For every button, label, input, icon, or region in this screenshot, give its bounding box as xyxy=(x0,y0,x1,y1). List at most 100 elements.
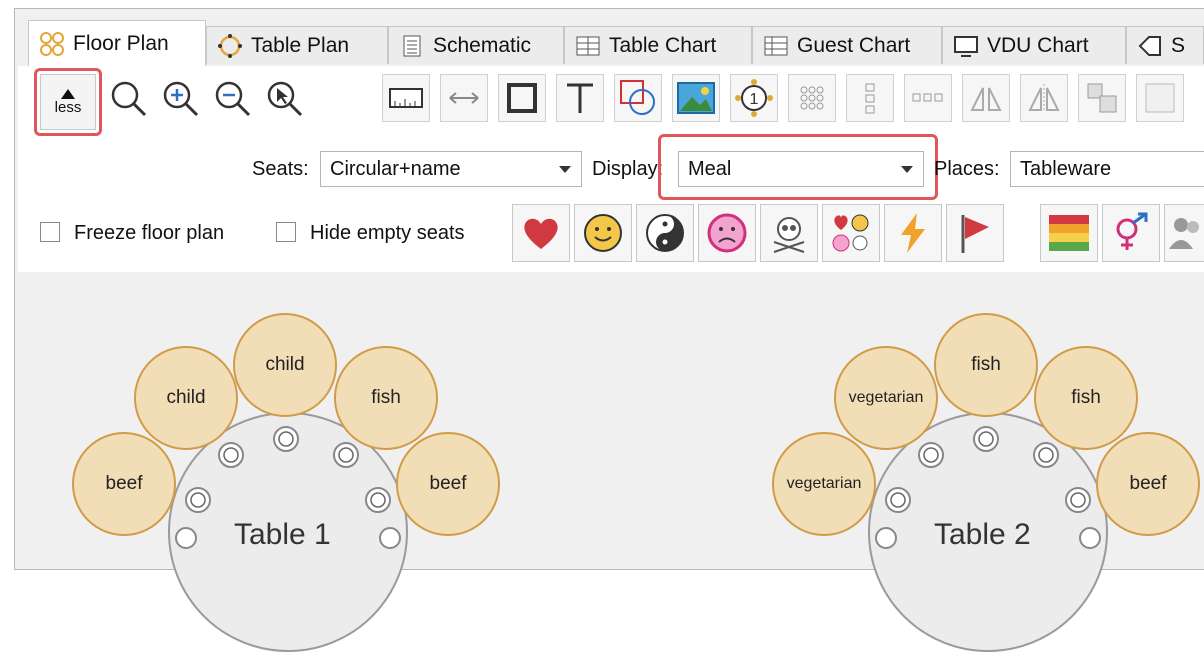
column-layout-button[interactable] xyxy=(846,74,894,122)
ruler-button[interactable] xyxy=(382,74,430,122)
number-tables-button[interactable]: 1 xyxy=(730,74,778,122)
hide-empty-seats-checkbox[interactable] xyxy=(276,222,296,242)
zoom-out-icon xyxy=(215,81,251,117)
seat-meal: beef xyxy=(429,473,467,494)
love-button[interactable] xyxy=(512,204,570,262)
sad-face-icon xyxy=(707,213,747,253)
flag-icon xyxy=(961,215,989,253)
like-button[interactable] xyxy=(574,204,632,262)
tab-bar: Floor Plan Table Plan Schematic Table Ch… xyxy=(18,18,1204,68)
tab-floor-plan[interactable]: Floor Plan xyxy=(28,20,206,66)
tab-label: S xyxy=(1171,33,1186,57)
tab-label: Table Plan xyxy=(251,33,350,57)
text-icon xyxy=(567,83,593,113)
places-value: Tableware xyxy=(1020,157,1112,180)
seat-meal: child xyxy=(265,354,305,375)
hate-button[interactable] xyxy=(760,204,818,262)
seat[interactable]: fish xyxy=(1034,346,1138,450)
mixed-relationships-icon xyxy=(832,214,869,252)
groups-button[interactable] xyxy=(1164,204,1204,262)
tab-partial[interactable]: S xyxy=(1126,26,1204,64)
heart-icon xyxy=(524,218,558,249)
image-button[interactable] xyxy=(672,74,720,122)
seat[interactable]: child xyxy=(233,313,337,417)
svg-text:1: 1 xyxy=(750,91,759,108)
vertical-dots-icon xyxy=(865,83,875,114)
vdu-chart-icon xyxy=(954,35,978,57)
tab-label: Schematic xyxy=(433,33,532,57)
rectangle-button[interactable] xyxy=(498,74,546,122)
neutral-button[interactable] xyxy=(636,204,694,262)
people-icon xyxy=(1168,218,1199,249)
table-2-name: Table 2 xyxy=(934,518,1031,551)
color-bands-icon xyxy=(1049,215,1089,251)
lightning-icon xyxy=(901,213,925,253)
tab-schematic[interactable]: Schematic xyxy=(388,26,564,64)
zoom-button[interactable] xyxy=(104,74,152,122)
highlight-display xyxy=(658,134,938,200)
tab-table-plan[interactable]: Table Plan xyxy=(206,26,388,64)
zoom-in-button[interactable] xyxy=(156,74,204,122)
magnifier-icon xyxy=(111,81,147,117)
text-button[interactable] xyxy=(556,74,604,122)
numbered-table-icon: 1 xyxy=(735,79,773,117)
table-plan-icon xyxy=(218,33,242,58)
color-groups-button[interactable] xyxy=(1040,204,1098,262)
flip-horizontal-button[interactable] xyxy=(962,74,1010,122)
tag-icon xyxy=(1138,35,1161,56)
floor-plan-icon xyxy=(40,31,64,56)
more-button[interactable] xyxy=(1136,74,1184,122)
seat[interactable]: beef xyxy=(72,432,176,536)
seat[interactable]: beef xyxy=(1096,432,1200,536)
overflow-icon xyxy=(1145,83,1175,113)
seat[interactable]: vegetarian xyxy=(834,346,938,450)
seat[interactable]: fish xyxy=(934,313,1038,417)
places-label: Places: xyxy=(934,158,1000,180)
places-select[interactable]: Tableware xyxy=(1010,151,1204,187)
flip-vertical-button[interactable] xyxy=(1020,74,1068,122)
all-relationships-button[interactable] xyxy=(822,204,880,262)
grid-layout-button[interactable] xyxy=(788,74,836,122)
guest-chart-icon xyxy=(764,36,788,55)
shapes-button[interactable] xyxy=(614,74,662,122)
zoom-out-button[interactable] xyxy=(208,74,256,122)
ruler-icon xyxy=(389,88,423,108)
conflicts-button[interactable] xyxy=(884,204,942,262)
tab-label: Table Chart xyxy=(609,33,717,57)
align-button[interactable] xyxy=(1078,74,1126,122)
freeze-floor-plan-checkbox[interactable] xyxy=(40,222,60,242)
seat[interactable]: child xyxy=(134,346,238,450)
row-layout-button[interactable] xyxy=(904,74,952,122)
shapes-icon xyxy=(620,80,655,115)
seat-meal: vegetarian xyxy=(786,475,862,492)
tab-label: Floor Plan xyxy=(73,31,169,55)
seat-meal: fish xyxy=(371,387,401,408)
tab-vdu-chart[interactable]: VDU Chart xyxy=(942,26,1126,64)
dislike-button[interactable] xyxy=(698,204,756,262)
dot-grid-icon xyxy=(800,86,824,110)
highlight-less xyxy=(34,68,102,136)
seat-meal: beef xyxy=(105,473,143,494)
seat[interactable]: fish xyxy=(334,346,438,450)
seat-meal: child xyxy=(166,387,206,408)
tab-table-chart[interactable]: Table Chart xyxy=(564,26,752,64)
seat-meal: fish xyxy=(971,354,1001,375)
gender-button[interactable] xyxy=(1102,204,1160,262)
seat[interactable]: vegetarian xyxy=(772,432,876,536)
table-1-name: Table 1 xyxy=(234,518,331,551)
hide-empty-seats-label: Hide empty seats xyxy=(310,222,465,244)
seat-meal: beef xyxy=(1129,473,1167,494)
rectangle-icon xyxy=(507,83,537,113)
seats-value: Circular+name xyxy=(330,157,461,180)
seats-select[interactable]: Circular+name xyxy=(320,151,582,187)
flag-button[interactable] xyxy=(946,204,1004,262)
seats-label: Seats: xyxy=(252,158,309,180)
double-arrow-icon xyxy=(449,92,479,104)
gender-icon xyxy=(1116,212,1148,250)
yin-yang-icon xyxy=(646,214,684,252)
zoom-select-button[interactable] xyxy=(260,74,308,122)
seat-meal: fish xyxy=(1071,387,1101,408)
seat[interactable]: beef xyxy=(396,432,500,536)
tab-guest-chart[interactable]: Guest Chart xyxy=(752,26,942,64)
measure-button[interactable] xyxy=(440,74,488,122)
